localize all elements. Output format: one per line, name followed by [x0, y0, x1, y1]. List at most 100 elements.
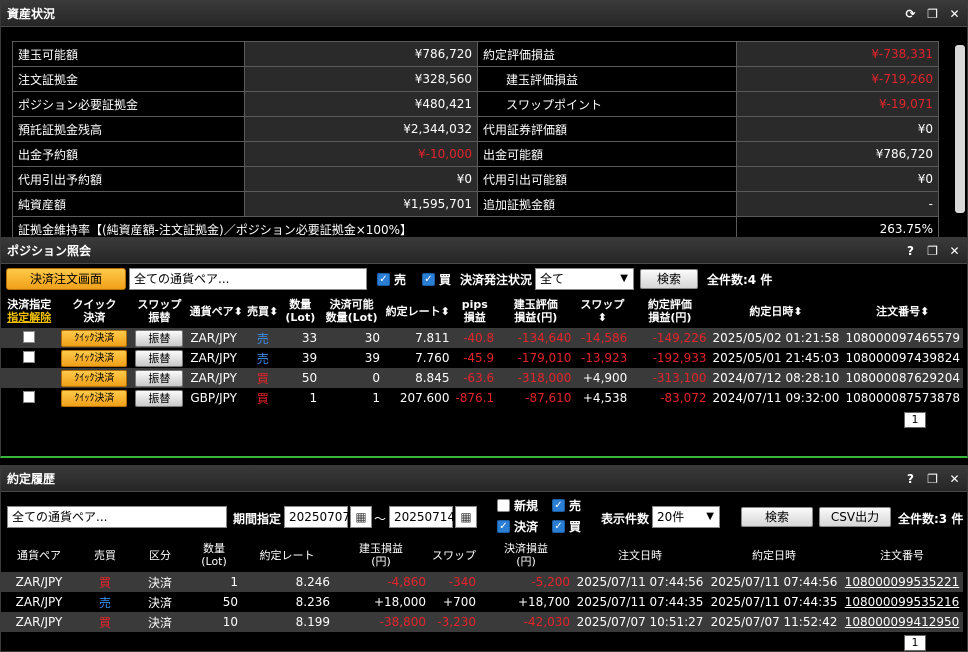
col-qty-unit: (Lot): [201, 555, 227, 568]
col-eval[interactable]: 建玉評価: [499, 298, 572, 311]
sort-icon: ⬍: [597, 311, 607, 324]
swap-cell: 振替: [131, 328, 188, 348]
pips-cell: -40.8: [452, 328, 498, 348]
order-screen-button[interactable]: 決済注文画面: [6, 268, 126, 290]
qty-cell: 50: [187, 592, 241, 612]
quick-settle-button[interactable]: ｸｲｯｸ決済: [61, 369, 128, 387]
close-icon[interactable]: ✕: [948, 7, 961, 21]
eval-cell: -87,610: [497, 388, 575, 408]
col-pl[interactable]: 建玉損益: [335, 542, 427, 555]
history-sell-checkbox[interactable]: ✓: [552, 499, 565, 512]
position-page-1[interactable]: 1: [904, 412, 926, 428]
col-pair[interactable]: 通貨ペア: [190, 305, 234, 318]
help-icon[interactable]: ?: [904, 472, 917, 486]
col-pips-sub: 損益: [463, 311, 486, 324]
csv-export-button[interactable]: CSV出力: [819, 507, 891, 527]
asset-label: 代用証券評価額: [477, 116, 737, 142]
swap-transfer-button[interactable]: 振替: [135, 349, 184, 367]
asset-row: ポジション必要証拠金 ¥480,421 スワップポイント ¥-19,071: [12, 91, 939, 117]
buy-checkbox[interactable]: ✓: [422, 273, 435, 286]
asset-value: ¥0: [736, 116, 939, 142]
col-settle[interactable]: 決済損益: [481, 542, 571, 555]
position-titlebar: ポジション照会 ? ❐ ✕: [1, 238, 967, 264]
col-swap[interactable]: スワップ: [580, 298, 624, 311]
history-pair-input[interactable]: 全ての通貨ペア...: [7, 506, 227, 528]
asset-row: 建玉可能額 ¥786,720 約定評価損益 ¥-738,331: [12, 41, 939, 67]
history-page-1[interactable]: 1: [904, 635, 926, 651]
help-icon[interactable]: ?: [904, 244, 917, 258]
quick-cell: ｸｲｯｸ決済: [57, 328, 132, 348]
col-swap[interactable]: スワップ: [429, 538, 479, 572]
table-row[interactable]: ｸｲｯｸ決済 振替 ZAR/JPY 買 50 0 8.845 -63.6 -318,000 +4,…: [1, 368, 963, 388]
order-status-select[interactable]: 全て ▼: [535, 268, 634, 290]
calendar-icon[interactable]: ▦: [350, 506, 372, 528]
col-rate[interactable]: 約定レート: [386, 305, 441, 318]
display-count-label: 表示件数: [601, 512, 650, 526]
col-side[interactable]: 売買: [247, 305, 269, 318]
history-table: 通貨ペア 売買 区分 数量 (Lot) 約定レート 建玉損益 (円) スワップ 決済…: [1, 538, 963, 632]
row-checkbox[interactable]: [23, 350, 36, 363]
quick-settle-button[interactable]: ｸｲｯｸ決済: [61, 389, 128, 407]
order-no-link[interactable]: 108000099535221: [841, 572, 963, 592]
asset-value: ¥-19,071: [736, 91, 939, 117]
table-row[interactable]: ｸｲｯｸ決済 振替 ZAR/JPY 売 39 39 7.760 -45.9 -179,010 -1…: [1, 348, 963, 368]
col-kind[interactable]: 区分: [133, 538, 187, 572]
col-order-no[interactable]: 注文番号: [876, 305, 920, 318]
close-icon[interactable]: ✕: [948, 244, 961, 258]
col-pair[interactable]: 通貨ペア: [1, 538, 77, 572]
new-checkbox[interactable]: [497, 499, 510, 512]
col-order-date[interactable]: 注文日時: [573, 538, 707, 572]
col-exec-date[interactable]: 約定日時: [707, 538, 841, 572]
refresh-icon[interactable]: ⟳: [904, 7, 917, 21]
history-search-button[interactable]: 検索: [741, 507, 813, 527]
col-pips[interactable]: pips: [454, 298, 495, 311]
swap-value-cell: -14,586: [574, 328, 631, 348]
table-row[interactable]: ｸｲｯｸ決済 振替 GBP/JPY 買 1 1 207.600 -876.1 -87,610 +4…: [1, 388, 963, 408]
col-qty[interactable]: 数量: [282, 298, 318, 311]
maximize-icon[interactable]: ❐: [926, 472, 939, 486]
col-exec-date[interactable]: 約定日時: [749, 305, 793, 318]
col-side[interactable]: 売買: [77, 538, 133, 572]
date-to-input[interactable]: 20250714: [389, 506, 455, 528]
row-checkbox[interactable]: [23, 390, 36, 403]
exec-date-cell: 2025/07/11 07:44:56: [707, 572, 841, 592]
history-count: 全件数:3 件: [898, 512, 964, 526]
col-avail[interactable]: 決済可能: [322, 298, 381, 311]
asset-label: 代用引出可能額: [477, 166, 737, 192]
order-no-link[interactable]: 108000099412950: [841, 612, 963, 632]
sell-checkbox[interactable]: ✓: [377, 273, 390, 286]
asset-scrollbar[interactable]: [955, 45, 965, 213]
maximize-icon[interactable]: ❐: [926, 7, 939, 21]
pips-cell: -63.6: [452, 368, 498, 388]
order-no-link[interactable]: 108000099535216: [841, 592, 963, 612]
history-buy-checkbox[interactable]: ✓: [552, 520, 565, 533]
quick-settle-button[interactable]: ｸｲｯｸ決済: [61, 329, 128, 347]
swap-transfer-button[interactable]: 振替: [135, 389, 184, 407]
swap-transfer-button[interactable]: 振替: [135, 329, 184, 347]
col-swap-transfer-sub: 振替: [148, 311, 171, 324]
quick-settle-button[interactable]: ｸｲｯｸ決済: [61, 349, 128, 367]
position-search-button[interactable]: 検索: [640, 269, 698, 289]
new-label: 新規: [514, 499, 539, 513]
unspecify-link[interactable]: 指定解除: [3, 311, 55, 324]
swap-transfer-button[interactable]: 振替: [135, 369, 184, 387]
col-order-no[interactable]: 注文番号: [841, 538, 963, 572]
col-qty[interactable]: 数量: [189, 542, 239, 555]
close-icon[interactable]: ✕: [948, 472, 961, 486]
history-buy-label: 買: [569, 520, 582, 534]
settle-label: 決済: [514, 520, 539, 534]
display-count-select[interactable]: 20件 ▼: [652, 506, 720, 528]
table-row[interactable]: ｸｲｯｸ決済 振替 ZAR/JPY 売 33 30 7.811 -40.8 -134,640 -1…: [1, 328, 963, 348]
row-checkbox[interactable]: [23, 330, 36, 343]
maximize-icon[interactable]: ❐: [926, 244, 939, 258]
col-rate[interactable]: 約定レート: [241, 538, 333, 572]
asset-label: スワップポイント: [477, 91, 737, 117]
settle-cell: -5,200: [479, 572, 573, 592]
date-from-input[interactable]: 20250707: [284, 506, 350, 528]
position-window: ポジション照会 ? ❐ ✕ 決済注文画面 全ての通貨ペア... ✓ 売 ✓ 買 …: [0, 237, 968, 458]
col-exec-eval[interactable]: 約定評価: [632, 298, 707, 311]
settle-checkbox[interactable]: ✓: [497, 520, 510, 533]
asset-value: ¥2,344,032: [244, 116, 478, 142]
pair-filter-input[interactable]: 全ての通貨ペア...: [129, 268, 367, 290]
calendar-icon[interactable]: ▦: [455, 506, 477, 528]
